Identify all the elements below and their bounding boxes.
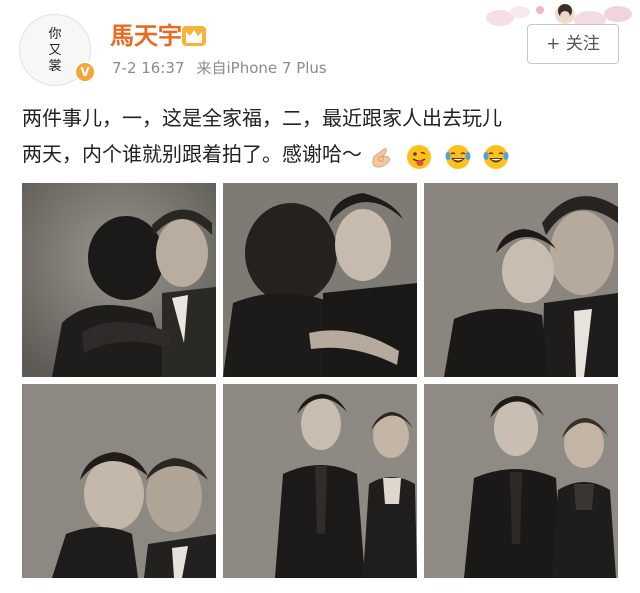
post-time: 7-2 16:37 <box>112 59 185 77</box>
laughing-tears-icon <box>483 145 509 169</box>
photo-embrace-father[interactable] <box>22 183 216 377</box>
ok-hand-icon <box>372 148 390 168</box>
photo-cheek-to-cheek[interactable] <box>424 183 618 377</box>
verified-badge-icon: V <box>74 61 96 83</box>
photo-standing-with-mother[interactable] <box>223 384 417 578</box>
post-text-line-2: 两天，内个谁就别跟着拍了。感谢哈～ <box>22 136 622 174</box>
weibo-post: 你 又 裳 V 馬天宇 7-2 16:37 来自iPhone 7 Plus + 关… <box>0 0 640 593</box>
post-meta: 7-2 16:37 来自iPhone 7 Plus <box>112 58 327 78</box>
photo-hug-smile[interactable] <box>223 183 417 377</box>
tongue-face-icon <box>407 145 432 169</box>
post-text-line-1: 两件事儿，一，这是全家福，二，最近跟家人出去玩儿 <box>22 106 502 130</box>
emoji-row <box>368 138 515 174</box>
photo-standing-with-mother-2[interactable] <box>424 384 618 578</box>
crown-icon <box>182 26 206 46</box>
post-text-line-2-body: 两天，内个谁就别跟着拍了。感谢哈～ <box>22 142 362 166</box>
post-source[interactable]: 来自iPhone 7 Plus <box>197 59 327 77</box>
laughing-tears-icon <box>445 145 471 169</box>
follow-button[interactable]: + 关注 <box>527 24 619 64</box>
username[interactable]: 馬天宇 <box>110 20 182 52</box>
photo-foreheads-touching[interactable] <box>22 384 216 578</box>
post-text: 两件事儿，一，这是全家福，二，最近跟家人出去玩儿 两天，内个谁就别跟着拍了。感谢… <box>22 100 622 174</box>
